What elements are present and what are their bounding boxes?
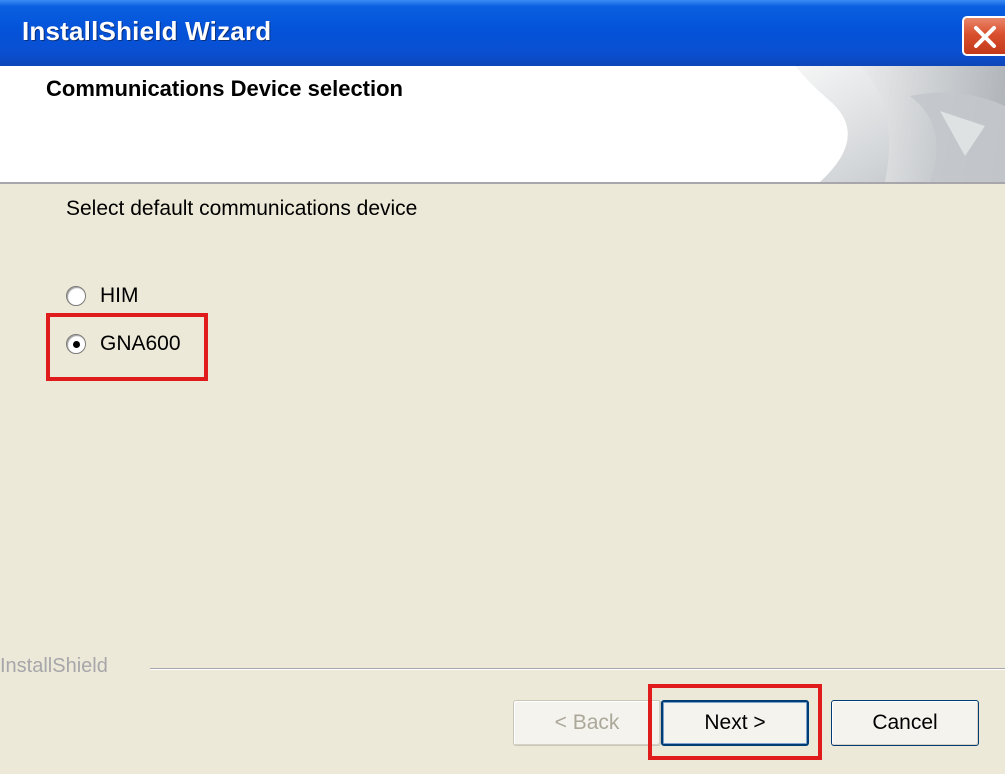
- page-title: Communications Device selection: [46, 76, 403, 101]
- radio-him-label: HIM: [100, 284, 139, 307]
- highlight-box-gna600: [46, 313, 208, 381]
- radio-him[interactable]: [66, 286, 86, 306]
- title-bar[interactable]: InstallShield Wizard: [0, 0, 1005, 66]
- cancel-button[interactable]: Cancel: [831, 700, 979, 746]
- close-button[interactable]: [962, 16, 1005, 56]
- installshield-wizard-window: InstallShield Wizard Communications Devi…: [0, 0, 1005, 774]
- installshield-brand-label: InstallShield: [0, 655, 114, 678]
- wizard-graphic-icon: [795, 66, 1005, 182]
- close-icon: [974, 26, 996, 48]
- highlight-box-next: [648, 684, 822, 760]
- header-panel: Communications Device selection: [0, 66, 1005, 184]
- back-button[interactable]: < Back: [513, 700, 661, 746]
- window-title: InstallShield Wizard: [22, 16, 272, 46]
- instruction-text: Select default communications device: [66, 197, 418, 220]
- footer-divider: [150, 668, 1005, 670]
- radio-option-him[interactable]: HIM: [66, 281, 139, 311]
